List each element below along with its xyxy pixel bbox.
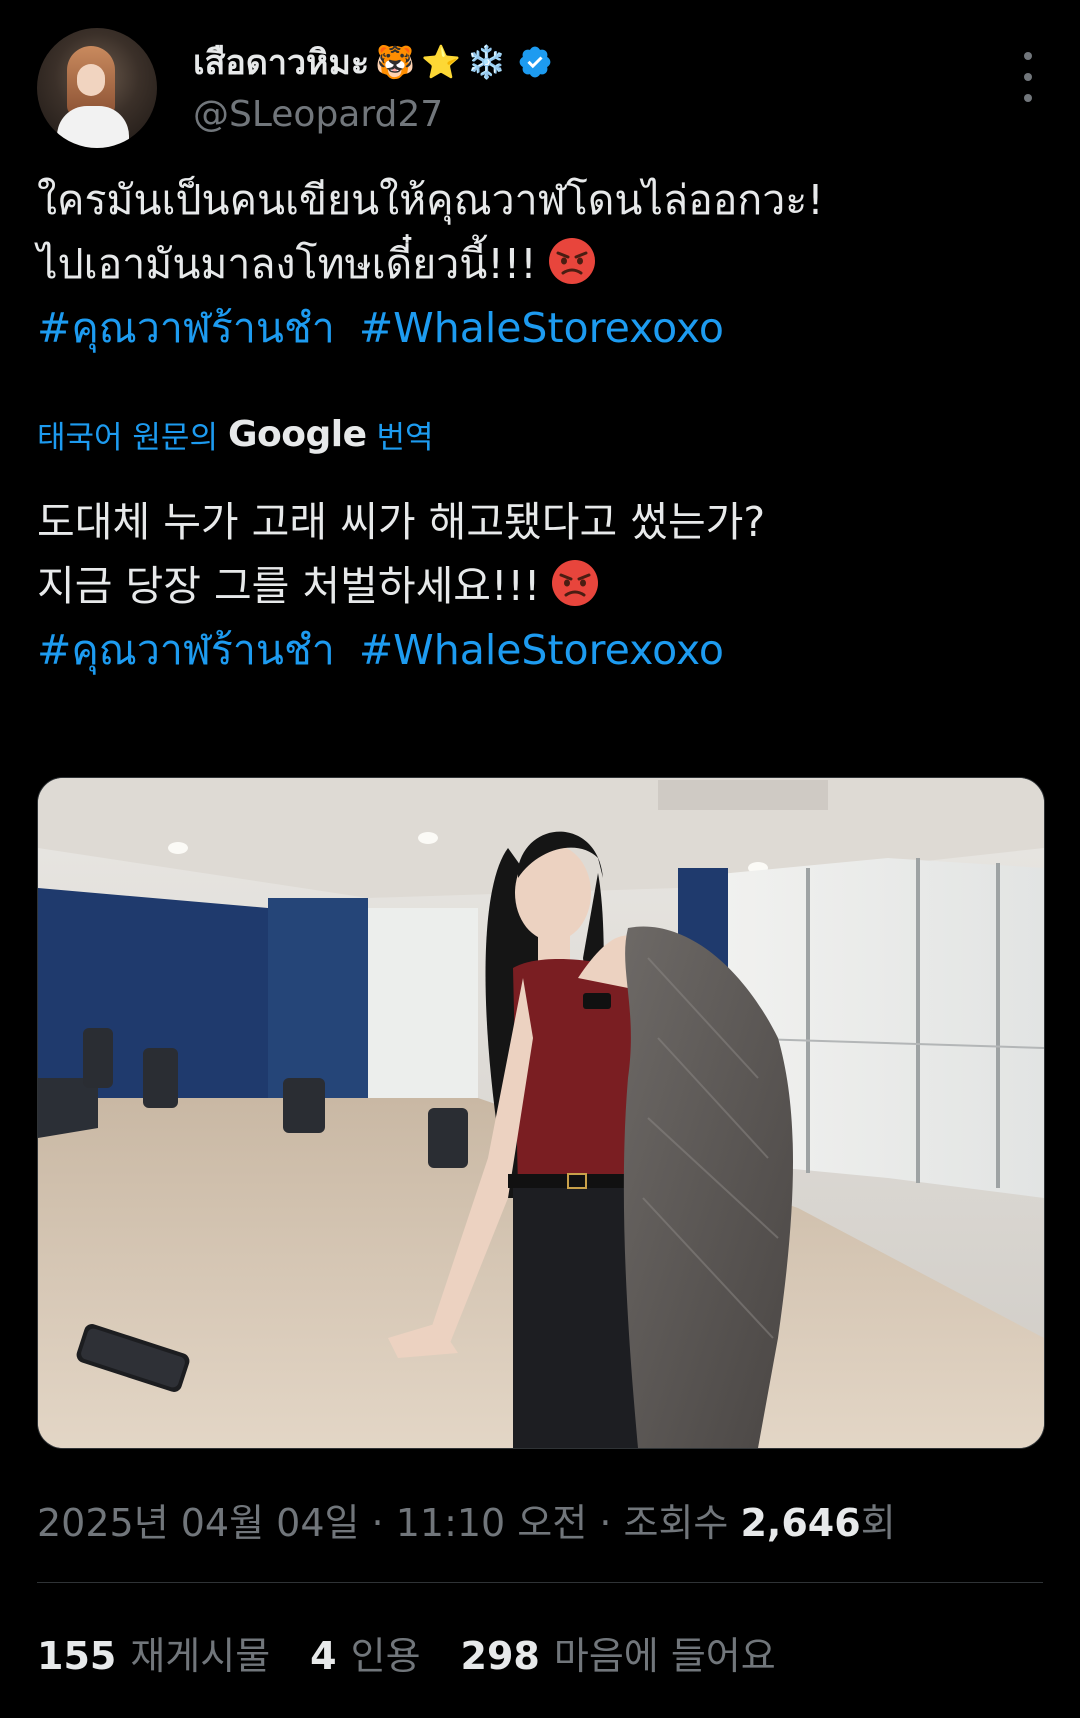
tweet-meta: 2025년 04월 04일 · 11:10 오전 · 조회수 2,646회	[37, 1492, 896, 1547]
more-dot	[1024, 52, 1032, 60]
tweet-hashtags: #คุณวาฬร้านชำ #WhaleStorexoxo	[37, 296, 1047, 360]
verified-badge-icon	[519, 46, 551, 78]
star-emoji-icon: ⭐	[421, 43, 461, 81]
google-logo: Google	[227, 414, 367, 455]
translated-line-1: 도대체 누가 고래 씨가 해고됐다고 썼는가?	[37, 498, 766, 546]
tweet-photo[interactable]	[37, 777, 1045, 1449]
translated-hashtags: #คุณวาฬร้านชำ #WhaleStorexoxo	[37, 618, 1047, 682]
author-name-row[interactable]: เสือดาวหิมะ 🐯 ⭐ ❄️	[193, 40, 553, 84]
likes-stat[interactable]: 298 마음에 들어요	[461, 1625, 776, 1680]
views-suffix: 회	[860, 1501, 896, 1545]
avatar-body	[57, 106, 129, 148]
translation-suffix: 번역	[376, 420, 434, 456]
engagement-stats: 155 재게시물 4 인용 298 마음에 들어요	[37, 1625, 776, 1680]
tweet-text: ใครมันเป็นคนเขียนให้คุณวาฬโดนไล่ออกวะ! ไ…	[37, 168, 1047, 360]
likes-count: 298	[460, 1634, 540, 1678]
retweets-count: 155	[37, 1634, 117, 1678]
tweet-line-1: ใครมันเป็นคนเขียนให้คุณวาฬโดนไล่ออกวะ!	[37, 176, 824, 224]
translated-text: 도대체 누가 고래 씨가 해고됐다고 썼는가? 지금 당장 그를 처벌하세요!!…	[37, 490, 1047, 682]
quotes-label: 인용	[350, 1634, 421, 1678]
author-display-name[interactable]: เสือดาวหิมะ	[193, 35, 369, 89]
hashtag-link[interactable]: #คุณวาฬร้านชำ	[37, 304, 335, 352]
translation-prefix: 태국어 원문의	[37, 420, 218, 456]
views-count: 2,646	[740, 1501, 861, 1545]
hashtag-link[interactable]: #WhaleStorexoxo	[359, 626, 724, 674]
tweet-time: 11:10 오전	[395, 1501, 588, 1545]
author-handle[interactable]: @SLeopard27	[193, 94, 443, 135]
avatar[interactable]	[37, 28, 157, 148]
angry-face-icon	[548, 238, 595, 284]
tiger-emoji-icon: 🐯	[375, 43, 415, 81]
views-label: 조회수	[623, 1501, 729, 1545]
retweets-stat[interactable]: 155 재게시물	[37, 1625, 270, 1680]
more-dot	[1024, 73, 1032, 81]
snowflake-emoji-icon: ❄️	[466, 43, 507, 81]
quotes-count: 4	[310, 1634, 337, 1678]
more-dot	[1024, 94, 1032, 102]
avatar-face	[77, 64, 105, 96]
divider	[37, 1582, 1043, 1583]
hashtag-link[interactable]: #WhaleStorexoxo	[359, 304, 724, 352]
retweets-label: 재게시물	[130, 1634, 271, 1678]
tweet-header: เสือดาวหิมะ 🐯 ⭐ ❄️ @SLeopard27	[37, 28, 1043, 148]
meta-separator: ·	[599, 1501, 624, 1545]
meta-separator: ·	[371, 1501, 396, 1545]
hashtag-link[interactable]: #คุณวาฬร้านชำ	[37, 626, 335, 674]
more-options-icon[interactable]	[1013, 52, 1043, 102]
likes-label: 마음에 들어요	[553, 1634, 776, 1678]
quotes-stat[interactable]: 4 인용	[310, 1625, 420, 1680]
tweet-line-2: ไปเอามันมาลงโทษเดี๋ยวนี้!!!	[37, 240, 537, 288]
translated-line-2-wrap: 지금 당장 그를 처벌하세요!!!	[37, 554, 1047, 618]
translated-line-2: 지금 당장 그를 처벌하세요!!!	[37, 562, 541, 610]
tweet-line-2-wrap: ไปเอามันมาลงโทษเดี๋ยวนี้!!!	[37, 232, 1047, 296]
tweet-date: 2025년 04월 04일	[37, 1501, 360, 1545]
angry-face-icon	[552, 560, 599, 606]
office-photo	[38, 778, 1044, 1448]
translation-attribution[interactable]: 태국어 원문의 Google 번역	[37, 412, 434, 457]
